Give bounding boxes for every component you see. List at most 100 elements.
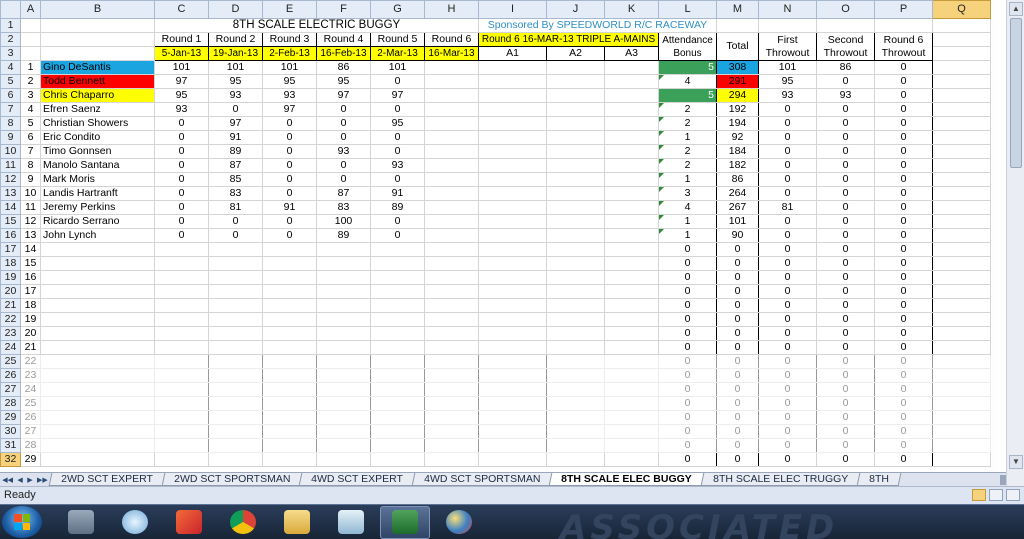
second-throwout[interactable]: 0 (816, 256, 875, 271)
cell[interactable] (478, 354, 547, 369)
attendance-bonus[interactable]: 1 (658, 228, 717, 243)
cell[interactable] (40, 32, 155, 47)
racer-rank[interactable]: 29 (20, 452, 41, 467)
cell[interactable] (604, 172, 659, 187)
cell[interactable] (424, 354, 479, 369)
round6-throwout[interactable]: 0 (874, 284, 933, 299)
first-throwout[interactable]: 0 (758, 452, 817, 467)
cell[interactable] (546, 326, 605, 341)
cell[interactable] (478, 214, 547, 229)
cell[interactable] (40, 326, 155, 341)
cell[interactable] (424, 102, 479, 117)
cell[interactable] (316, 284, 371, 299)
round-score[interactable]: 101 (154, 60, 209, 75)
attendance-bonus[interactable]: 5 (658, 60, 717, 75)
cell[interactable] (932, 60, 991, 75)
racer-name[interactable]: Mark Moris (40, 172, 155, 187)
round-score[interactable]: 97 (154, 74, 209, 89)
cell[interactable] (932, 410, 991, 425)
cell[interactable] (262, 452, 317, 467)
second-throwout[interactable]: 0 (816, 326, 875, 341)
cell[interactable] (316, 438, 371, 453)
row-header-11[interactable]: 11 (0, 158, 21, 173)
second-throwout[interactable]: 0 (816, 382, 875, 397)
round-score[interactable]: 100 (316, 214, 371, 229)
cell[interactable] (604, 130, 659, 145)
cell[interactable] (932, 438, 991, 453)
cell[interactable] (370, 284, 425, 299)
cell[interactable] (208, 312, 263, 327)
round6-throwout-header[interactable]: Round 6 Throwout (874, 32, 933, 61)
cell[interactable] (370, 326, 425, 341)
cell[interactable] (154, 312, 209, 327)
row-header-4[interactable]: 4 (0, 60, 21, 75)
round-score[interactable]: 0 (154, 144, 209, 159)
cell[interactable] (370, 368, 425, 383)
cell[interactable] (604, 452, 659, 467)
first-throwout[interactable]: 0 (758, 102, 817, 117)
first-sheet-icon[interactable]: ◀◀ (2, 476, 13, 484)
cell[interactable] (478, 312, 547, 327)
round-score[interactable]: 83 (208, 186, 263, 201)
round-score[interactable]: 91 (262, 200, 317, 215)
cell[interactable] (478, 382, 547, 397)
cell[interactable] (262, 382, 317, 397)
racer-name[interactable]: Todd Bennett (40, 74, 155, 89)
round-score[interactable]: 0 (262, 172, 317, 187)
cell[interactable] (604, 340, 659, 355)
tab-8th-scale-elec-buggy[interactable]: 8TH SCALE ELEC BUGGY (548, 473, 705, 486)
round-date[interactable]: 2-Mar-13 (370, 46, 425, 61)
cell[interactable] (604, 242, 659, 257)
round6-throwout[interactable]: 0 (874, 116, 933, 131)
second-throwout[interactable]: 0 (816, 130, 875, 145)
round-score[interactable]: 0 (316, 158, 371, 173)
row-header-28[interactable]: 28 (0, 396, 21, 411)
cell[interactable] (932, 88, 991, 103)
cell[interactable] (478, 452, 547, 467)
second-throwout[interactable]: 0 (816, 452, 875, 467)
round-score[interactable]: 95 (208, 74, 263, 89)
attendance-bonus[interactable]: 0 (658, 438, 717, 453)
cell[interactable] (262, 396, 317, 411)
cell[interactable] (546, 186, 605, 201)
cell[interactable] (208, 326, 263, 341)
cell[interactable] (40, 242, 155, 257)
first-throwout[interactable]: 0 (758, 256, 817, 271)
round6-throwout[interactable]: 0 (874, 144, 933, 159)
select-all-corner[interactable] (0, 0, 21, 19)
racer-rank[interactable]: 13 (20, 228, 41, 243)
racer-total[interactable]: 0 (716, 354, 759, 369)
cell[interactable] (932, 368, 991, 383)
cell[interactable] (932, 312, 991, 327)
cell[interactable] (424, 158, 479, 173)
round6-throwout[interactable]: 0 (874, 312, 933, 327)
round-score[interactable]: 89 (370, 200, 425, 215)
row-header-26[interactable]: 26 (0, 368, 21, 383)
cell[interactable] (932, 340, 991, 355)
cell[interactable] (424, 186, 479, 201)
second-throwout-header[interactable]: Second Throwout (816, 32, 875, 61)
cell[interactable] (604, 256, 659, 271)
racer-total[interactable]: 0 (716, 438, 759, 453)
second-throwout[interactable]: 93 (816, 88, 875, 103)
racer-rank[interactable]: 28 (20, 438, 41, 453)
column-header-A[interactable]: A (20, 0, 41, 19)
first-throwout[interactable]: 0 (758, 424, 817, 439)
racer-total[interactable]: 90 (716, 228, 759, 243)
cell[interactable] (546, 354, 605, 369)
racer-total[interactable]: 0 (716, 382, 759, 397)
racer-rank[interactable]: 25 (20, 396, 41, 411)
cell[interactable] (20, 18, 41, 33)
row-header-21[interactable]: 21 (0, 298, 21, 313)
cell[interactable] (40, 410, 155, 425)
cell[interactable] (546, 368, 605, 383)
cell[interactable] (546, 88, 605, 103)
paint-brush-icon[interactable] (164, 506, 214, 539)
round-score[interactable]: 95 (154, 88, 209, 103)
cell[interactable] (424, 88, 479, 103)
notepad-icon[interactable] (326, 506, 376, 539)
round6-throwout[interactable]: 0 (874, 396, 933, 411)
round6-throwout[interactable]: 0 (874, 368, 933, 383)
round-score[interactable]: 91 (370, 186, 425, 201)
page-break-view-icon[interactable] (1006, 489, 1020, 501)
